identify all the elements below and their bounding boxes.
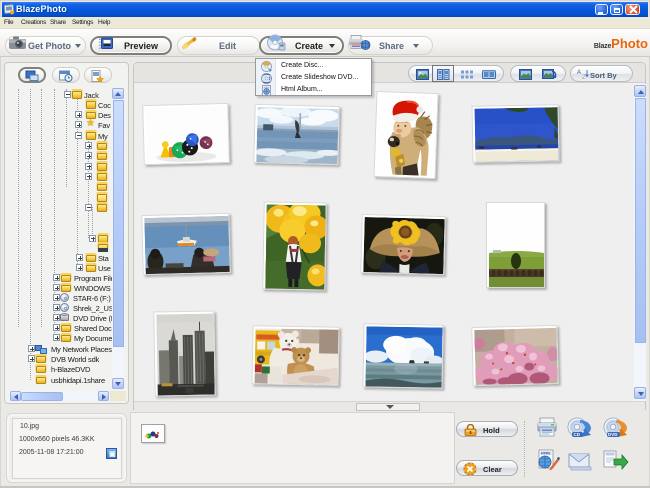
svg-text:HTML: HTML [541,452,552,456]
svg-text:Z: Z [582,75,586,80]
svg-text:CD: CD [574,432,581,437]
svg-text:DVD: DVD [608,432,618,437]
svg-text:A: A [577,70,581,76]
